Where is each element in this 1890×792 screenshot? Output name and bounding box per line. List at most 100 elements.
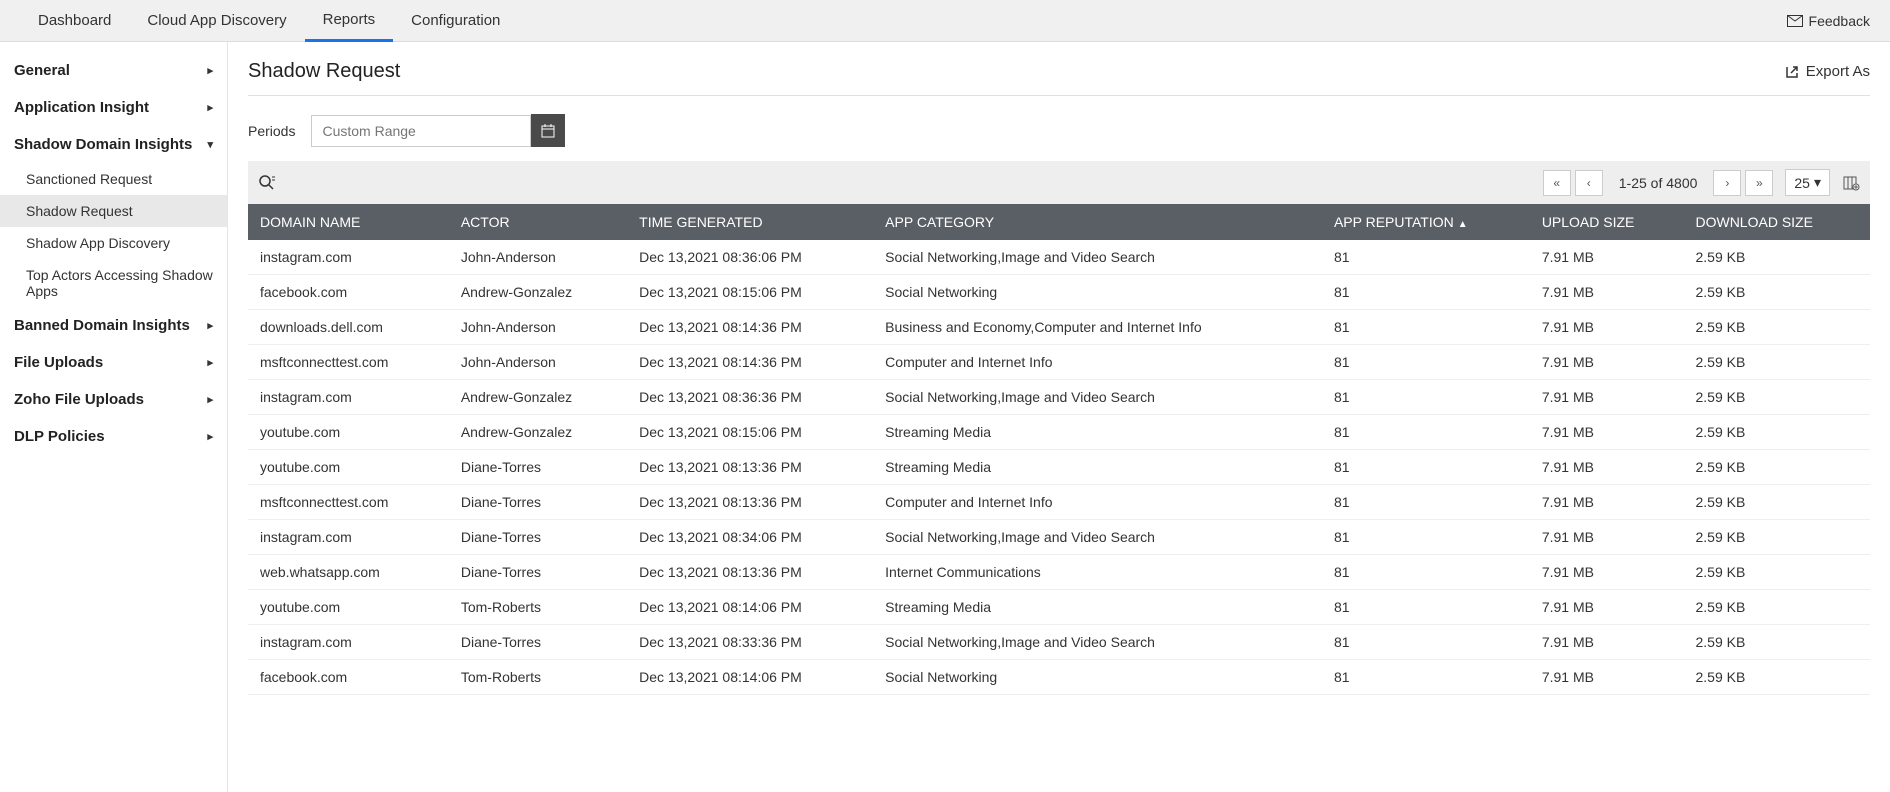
table-cell: facebook.com — [248, 275, 449, 310]
sidebar-subitem[interactable]: Sanctioned Request — [0, 163, 227, 195]
table-cell: Dec 13,2021 08:14:36 PM — [627, 310, 873, 345]
page-header: Shadow Request Export As — [248, 60, 1870, 96]
top-nav-tab[interactable]: Cloud App Discovery — [129, 0, 304, 42]
table-row[interactable]: youtube.comDiane-TorresDec 13,2021 08:13… — [248, 450, 1870, 485]
calendar-icon — [540, 123, 556, 139]
top-nav-tab[interactable]: Dashboard — [20, 0, 129, 42]
column-header[interactable]: DOWNLOAD SIZE — [1683, 204, 1870, 240]
periods-label: Periods — [248, 123, 295, 139]
chevron-double-right-icon: » — [1756, 176, 1763, 190]
export-icon — [1784, 64, 1800, 80]
feedback-link[interactable]: Feedback — [1787, 13, 1870, 29]
table-row[interactable]: msftconnecttest.comJohn-AndersonDec 13,2… — [248, 345, 1870, 380]
table-cell: 7.91 MB — [1530, 415, 1684, 450]
column-header[interactable]: APP CATEGORY — [873, 204, 1322, 240]
table-row[interactable]: msftconnecttest.comDiane-TorresDec 13,20… — [248, 485, 1870, 520]
pager-last-button[interactable]: » — [1745, 170, 1773, 196]
sidebar: General▸Application Insight▸Shadow Domai… — [0, 42, 228, 792]
export-label: Export As — [1806, 63, 1870, 80]
calendar-button[interactable] — [531, 114, 565, 147]
table-cell: John-Anderson — [449, 345, 627, 380]
sidebar-subitem[interactable]: Shadow Request — [0, 195, 227, 227]
table-row[interactable]: instagram.comAndrew-GonzalezDec 13,2021 … — [248, 380, 1870, 415]
table-cell: downloads.dell.com — [248, 310, 449, 345]
table-cell: Dec 13,2021 08:33:36 PM — [627, 625, 873, 660]
sidebar-subitem[interactable]: Shadow App Discovery — [0, 227, 227, 259]
table-cell: youtube.com — [248, 450, 449, 485]
table-cell: 81 — [1322, 625, 1530, 660]
table-cell: 81 — [1322, 520, 1530, 555]
table-row[interactable]: youtube.comAndrew-GonzalezDec 13,2021 08… — [248, 415, 1870, 450]
date-range-input[interactable] — [311, 115, 531, 147]
pager-next-button[interactable]: › — [1713, 170, 1741, 196]
column-settings-button[interactable] — [1842, 174, 1860, 192]
top-nav-tab[interactable]: Configuration — [393, 0, 518, 42]
table-cell: Andrew-Gonzalez — [449, 380, 627, 415]
caret-right-icon: ▸ — [207, 101, 213, 114]
sidebar-item[interactable]: DLP Policies▸ — [0, 418, 227, 455]
table-cell: 7.91 MB — [1530, 590, 1684, 625]
table-cell: instagram.com — [248, 520, 449, 555]
table-cell: 7.91 MB — [1530, 310, 1684, 345]
table-cell: 2.59 KB — [1683, 415, 1870, 450]
table-row[interactable]: instagram.comJohn-AndersonDec 13,2021 08… — [248, 240, 1870, 275]
column-header[interactable]: APP REPUTATION▲ — [1322, 204, 1530, 240]
table-cell: Computer and Internet Info — [873, 345, 1322, 380]
table-cell: Diane-Torres — [449, 450, 627, 485]
page-size-select[interactable]: 25 ▾ — [1785, 169, 1830, 196]
table-row[interactable]: instagram.comDiane-TorresDec 13,2021 08:… — [248, 520, 1870, 555]
table-row[interactable]: youtube.comTom-RobertsDec 13,2021 08:14:… — [248, 590, 1870, 625]
table-cell: 81 — [1322, 310, 1530, 345]
caret-right-icon: ▸ — [207, 319, 213, 332]
table-cell: 2.59 KB — [1683, 240, 1870, 275]
sidebar-item[interactable]: Application Insight▸ — [0, 89, 227, 126]
filters-row: Periods — [248, 114, 1870, 147]
table-search-button[interactable] — [258, 174, 276, 192]
pager-prev-button[interactable]: ‹ — [1575, 170, 1603, 196]
table-cell: Dec 13,2021 08:13:36 PM — [627, 450, 873, 485]
top-nav: DashboardCloud App DiscoveryReportsConfi… — [0, 0, 1890, 42]
table-row[interactable]: downloads.dell.comJohn-AndersonDec 13,20… — [248, 310, 1870, 345]
table-cell: instagram.com — [248, 380, 449, 415]
column-header[interactable]: UPLOAD SIZE — [1530, 204, 1684, 240]
table-cell: Andrew-Gonzalez — [449, 275, 627, 310]
table-row[interactable]: facebook.comAndrew-GonzalezDec 13,2021 0… — [248, 275, 1870, 310]
table-cell: Dec 13,2021 08:13:36 PM — [627, 555, 873, 590]
sidebar-item-label: Application Insight — [14, 99, 207, 116]
sidebar-subitem[interactable]: Top Actors Accessing Shadow Apps — [0, 259, 227, 307]
table-row[interactable]: instagram.comDiane-TorresDec 13,2021 08:… — [248, 625, 1870, 660]
sidebar-item-label: Banned Domain Insights — [14, 317, 207, 334]
table-cell: facebook.com — [248, 660, 449, 695]
table-cell: instagram.com — [248, 625, 449, 660]
table-cell: Andrew-Gonzalez — [449, 415, 627, 450]
table-cell: 81 — [1322, 345, 1530, 380]
table-cell: 7.91 MB — [1530, 485, 1684, 520]
pager-first-button[interactable]: « — [1543, 170, 1571, 196]
sidebar-item[interactable]: Shadow Domain Insights▾ — [0, 126, 227, 163]
table-cell: Diane-Torres — [449, 555, 627, 590]
table-cell: John-Anderson — [449, 310, 627, 345]
table-cell: Diane-Torres — [449, 520, 627, 555]
sidebar-item[interactable]: File Uploads▸ — [0, 344, 227, 381]
sidebar-item[interactable]: Zoho File Uploads▸ — [0, 381, 227, 418]
table-cell: 7.91 MB — [1530, 240, 1684, 275]
column-header[interactable]: DOMAIN NAME — [248, 204, 449, 240]
table-cell: Social Networking — [873, 660, 1322, 695]
column-header[interactable]: ACTOR — [449, 204, 627, 240]
top-nav-tab[interactable]: Reports — [305, 0, 394, 42]
export-as-button[interactable]: Export As — [1784, 63, 1870, 80]
sidebar-item[interactable]: Banned Domain Insights▸ — [0, 307, 227, 344]
pager-range-text: 1-25 of 4800 — [1607, 175, 1710, 191]
table-row[interactable]: facebook.comTom-RobertsDec 13,2021 08:14… — [248, 660, 1870, 695]
table-cell: 81 — [1322, 380, 1530, 415]
chevron-right-icon: › — [1725, 176, 1729, 190]
data-table: DOMAIN NAMEACTORTIME GENERATEDAPP CATEGO… — [248, 204, 1870, 695]
column-header[interactable]: TIME GENERATED — [627, 204, 873, 240]
table-cell: youtube.com — [248, 590, 449, 625]
columns-icon — [1842, 174, 1860, 192]
sidebar-item-label: File Uploads — [14, 354, 207, 371]
page-size-value: 25 — [1794, 175, 1810, 191]
table-row[interactable]: web.whatsapp.comDiane-TorresDec 13,2021 … — [248, 555, 1870, 590]
sidebar-item[interactable]: General▸ — [0, 52, 227, 89]
page-title: Shadow Request — [248, 60, 400, 83]
